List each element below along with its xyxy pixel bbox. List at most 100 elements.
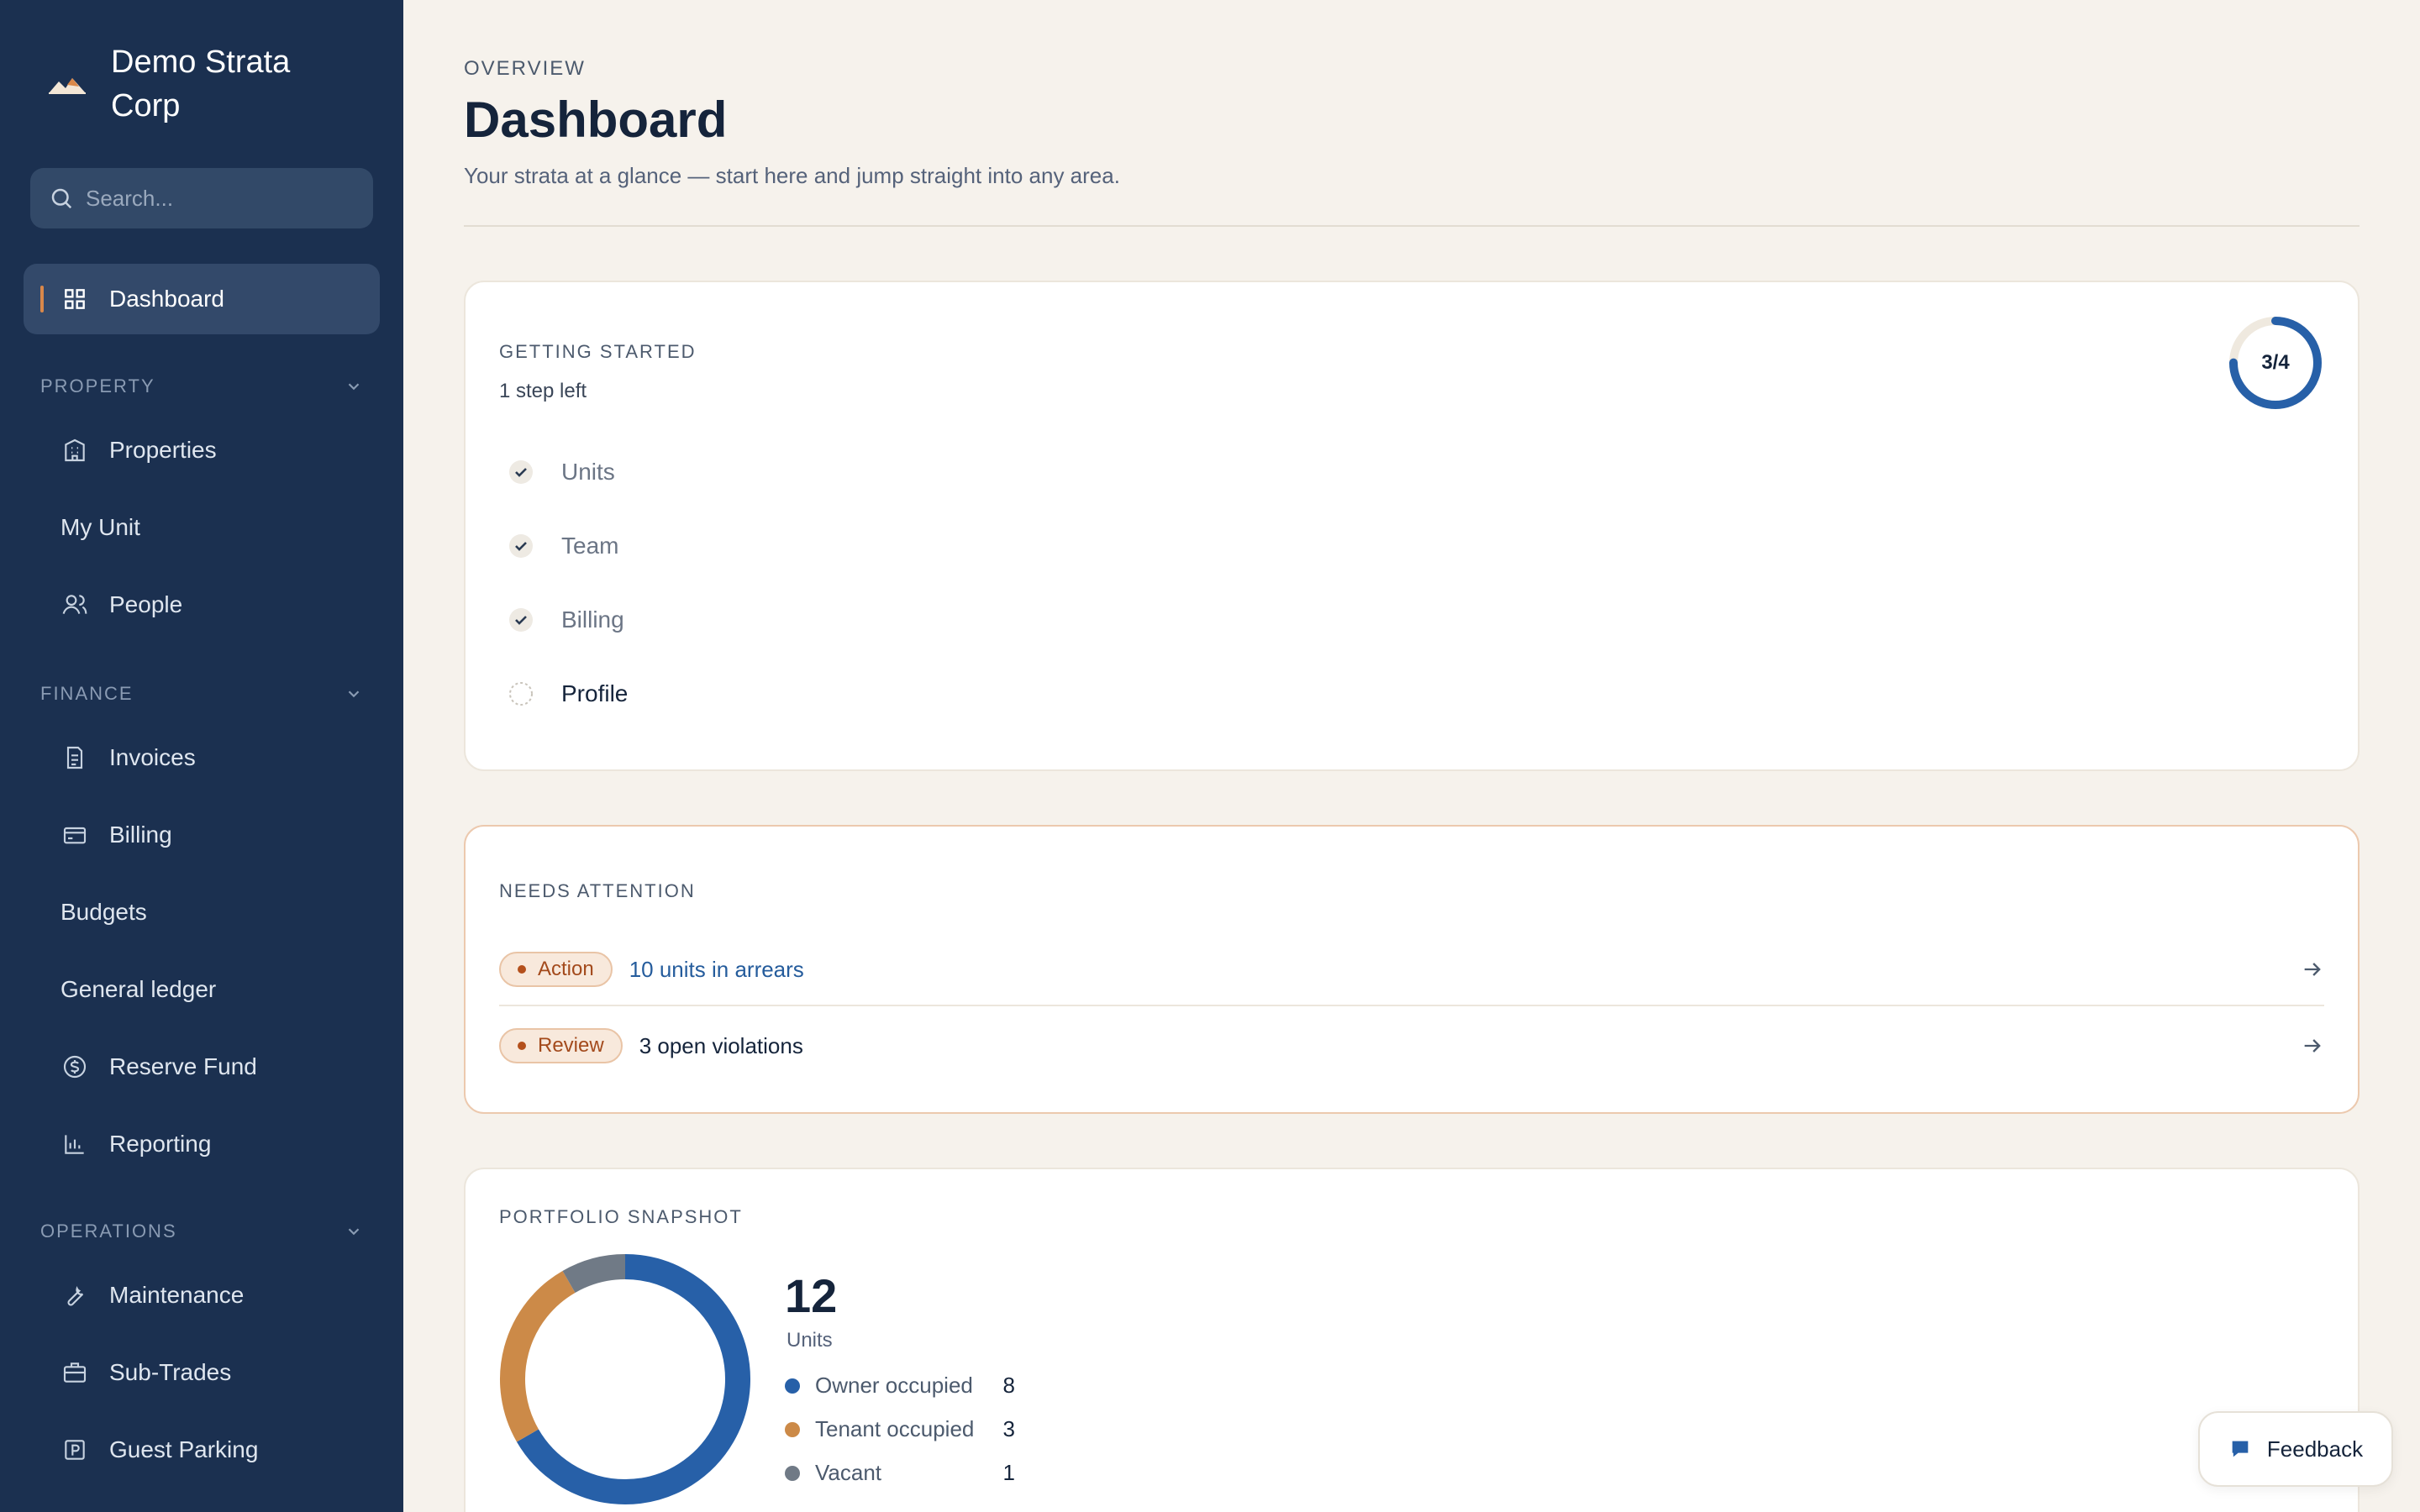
donut-segment-tenant-occupied xyxy=(500,1270,576,1442)
sidebar-item-reserve-fund[interactable]: Reserve Fund xyxy=(24,1032,380,1102)
search-input[interactable]: Search... xyxy=(30,168,373,228)
chevron-down-icon xyxy=(348,1228,360,1236)
legend-label: Owner occupied xyxy=(815,1373,973,1398)
search-placeholder: Search... xyxy=(86,185,174,211)
sidebar-item-label: Guest Parking xyxy=(109,1436,259,1462)
sidebar-item-sub-trades[interactable]: Sub-Trades xyxy=(24,1337,380,1408)
check-circle-icon xyxy=(509,534,533,558)
sidebar-item-guest-parking[interactable]: Guest Parking xyxy=(24,1415,380,1485)
sidebar-item-label: Maintenance xyxy=(109,1282,245,1308)
section-label: PROPERTY xyxy=(40,375,155,396)
section-finance-toggle[interactable]: FINANCE xyxy=(40,677,363,711)
section-label: FINANCE xyxy=(40,683,134,704)
sidebar-item-dashboard[interactable]: Dashboard xyxy=(24,264,380,334)
needs-attention-card: NEEDS ATTENTION Action 10 units in arrea… xyxy=(464,825,2360,1114)
step-team[interactable]: Team xyxy=(508,533,618,559)
sidebar-item-label: My Unit xyxy=(60,514,140,540)
step-label: Profile xyxy=(561,680,629,706)
card-eyebrow: NEEDS ATTENTION xyxy=(499,880,696,901)
sidebar-item-general-ledger[interactable]: General ledger xyxy=(24,954,380,1025)
sidebar-item-budgets[interactable]: Budgets xyxy=(24,877,380,948)
card-eyebrow: PORTFOLIO SNAPSHOT xyxy=(499,1206,743,1227)
feedback-button[interactable]: Feedback xyxy=(2198,1411,2393,1487)
arrow-right-icon[interactable] xyxy=(2301,1034,2324,1058)
sidebar: Demo Strata Corp Search... Dashboard PRO… xyxy=(0,0,403,1512)
progress-label: 3/4 xyxy=(2261,351,2290,374)
sidebar-item-my-unit[interactable]: My Unit xyxy=(24,492,380,563)
sidebar-item-label: Invoices xyxy=(109,744,196,770)
sidebar-item-label: Dashboard xyxy=(109,286,224,312)
status-badge: Action xyxy=(499,952,613,987)
legend-value: 1 xyxy=(1002,1460,1015,1485)
legend-owner-occupied: Owner occupied 8 xyxy=(785,1373,1015,1399)
attention-row-violations[interactable]: Review 3 open violations xyxy=(499,1008,2324,1084)
section-operations-toggle[interactable]: OPERATIONS xyxy=(40,1215,363,1248)
legend-label: Tenant occupied xyxy=(815,1416,975,1441)
sidebar-item-invoices[interactable]: Invoices xyxy=(24,722,380,793)
header-divider xyxy=(464,225,2360,227)
attention-row-arrears[interactable]: Action 10 units in arrears xyxy=(499,934,2324,1006)
chat-bubble-icon xyxy=(2232,1441,2249,1457)
steps-left-text: 1 step left xyxy=(499,380,587,402)
legend-swatch xyxy=(785,1421,800,1437)
units-total-label: Units xyxy=(786,1329,833,1352)
legend-vacant: Vacant 1 xyxy=(785,1460,1015,1486)
sidebar-item-label: Reserve Fund xyxy=(109,1053,257,1079)
building-icon xyxy=(60,436,89,465)
feedback-label: Feedback xyxy=(2266,1436,2364,1462)
card-eyebrow: GETTING STARTED xyxy=(499,341,697,362)
legend-tenant-occupied: Tenant occupied 3 xyxy=(785,1416,1015,1442)
arrow-right-icon[interactable] xyxy=(2301,958,2324,981)
sidebar-item-label: General ledger xyxy=(60,976,217,1002)
status-badge: Review xyxy=(499,1028,623,1063)
check-circle-icon xyxy=(509,608,533,632)
step-label: Team xyxy=(561,533,619,559)
getting-started-card: GETTING STARTED 1 step left 3/4 Units Te… xyxy=(464,281,2360,771)
check-circle-icon xyxy=(509,460,533,484)
legend-label: Vacant xyxy=(815,1460,882,1485)
page-title: Dashboard xyxy=(464,92,728,148)
chevron-down-icon xyxy=(348,690,360,698)
credit-card-icon xyxy=(60,821,89,849)
sidebar-item-label: Budgets xyxy=(60,899,147,925)
sidebar-item-billing[interactable]: Billing xyxy=(24,800,380,870)
legend-value: 8 xyxy=(1002,1373,1015,1398)
wrench-icon xyxy=(60,1281,89,1310)
coin-icon xyxy=(60,1053,89,1081)
step-label: Billing xyxy=(561,606,624,633)
attention-text: 3 open violations xyxy=(639,1032,803,1058)
search-icon xyxy=(51,188,72,209)
section-label: OPERATIONS xyxy=(40,1221,177,1242)
step-profile[interactable]: Profile xyxy=(508,680,628,707)
badge-label: Action xyxy=(538,958,594,980)
sidebar-item-properties[interactable]: Properties xyxy=(24,415,380,486)
attention-link[interactable]: 10 units in arrears xyxy=(629,957,804,983)
legend-swatch xyxy=(785,1378,800,1394)
step-label: Units xyxy=(561,459,615,485)
parking-icon xyxy=(60,1436,89,1464)
bar-chart-icon xyxy=(60,1130,89,1158)
pending-circle-icon xyxy=(509,682,533,706)
badge-dot xyxy=(518,965,526,974)
legend-swatch xyxy=(785,1465,800,1481)
occupancy-donut-chart xyxy=(500,1254,750,1504)
legend-value: 3 xyxy=(1002,1416,1015,1441)
step-billing[interactable]: Billing xyxy=(508,606,624,633)
sidebar-item-people[interactable]: People xyxy=(24,570,380,640)
brand-name: Demo Strata Corp xyxy=(111,45,291,123)
page-eyebrow: OVERVIEW xyxy=(464,57,586,80)
units-total: 12 xyxy=(785,1269,838,1322)
portfolio-snapshot-card: PORTFOLIO SNAPSHOT 12 Units Owner occupi… xyxy=(464,1168,2360,1512)
badge-dot xyxy=(518,1042,526,1050)
step-units[interactable]: Units xyxy=(508,459,615,486)
section-property-toggle[interactable]: PROPERTY xyxy=(40,370,363,403)
sidebar-item-maintenance[interactable]: Maintenance xyxy=(24,1260,380,1331)
sidebar-item-reporting[interactable]: Reporting xyxy=(24,1109,380,1179)
sidebar-item-label: People xyxy=(109,591,183,617)
page-subtitle: Your strata at a glance — start here and… xyxy=(464,163,1120,188)
sidebar-item-label: Properties xyxy=(109,437,217,463)
briefcase-icon xyxy=(60,1358,89,1387)
brand[interactable]: Demo Strata Corp xyxy=(47,40,329,128)
sidebar-item-label: Reporting xyxy=(109,1131,212,1157)
grid-icon xyxy=(60,285,89,313)
